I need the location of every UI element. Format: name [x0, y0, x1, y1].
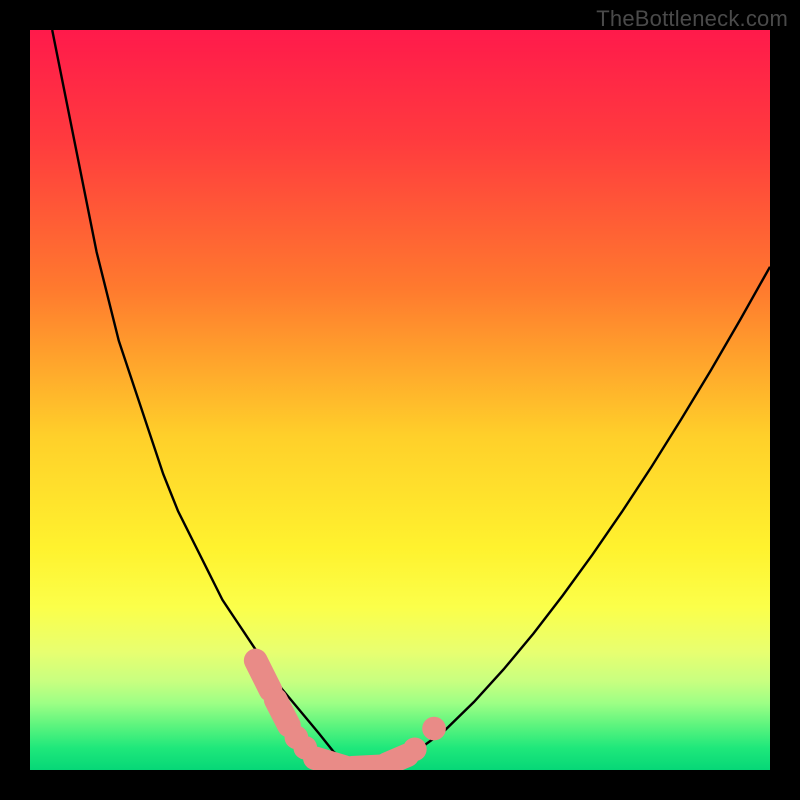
- chart-frame: TheBottleneck.com: [0, 0, 800, 800]
- plot-background: [30, 30, 770, 770]
- dot-4: [422, 717, 446, 741]
- pill-3: [315, 758, 345, 767]
- watermark-text: TheBottleneck.com: [596, 6, 788, 32]
- pill-2: [276, 700, 289, 726]
- dot-3: [403, 737, 427, 761]
- pill-1: [256, 660, 271, 690]
- pill-5: [387, 755, 408, 764]
- chart-plot: [30, 30, 770, 770]
